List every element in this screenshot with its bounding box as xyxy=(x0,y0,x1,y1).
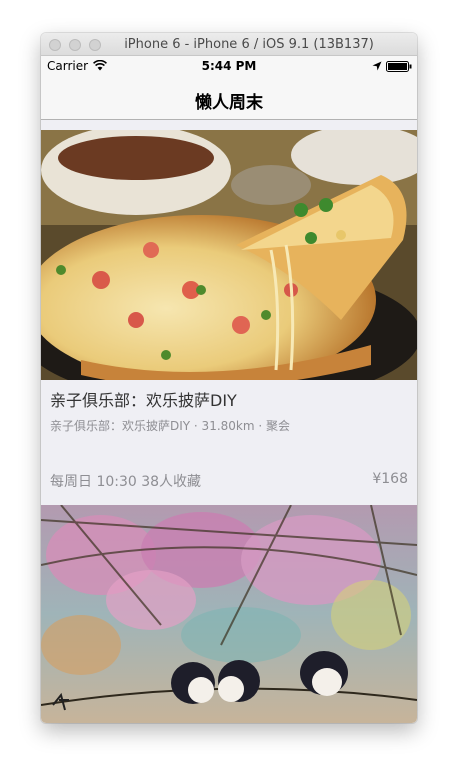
simulator-window: iPhone 6 - iPhone 6 / iOS 9.1 (13B137) C… xyxy=(41,33,417,723)
page-title: 懒人周末 xyxy=(195,93,263,113)
status-bar: Carrier 5:44 PM xyxy=(41,56,417,76)
event-price: ¥168 xyxy=(372,471,408,487)
status-time: 5:44 PM xyxy=(201,59,257,73)
event-time-favorites: 每周日 10:30 38人收藏 xyxy=(50,474,202,490)
pizza-photo xyxy=(41,130,417,380)
window-titlebar: iPhone 6 - iPhone 6 / iOS 9.1 (13B137) xyxy=(41,33,417,56)
navigation-bar: 懒人周末 xyxy=(41,76,417,120)
battery-icon xyxy=(386,61,412,72)
phone-screen: Carrier 5:44 PM 懒人周末 亲子俱乐部：欢乐披萨DIY 亲子俱乐部… xyxy=(41,56,417,723)
painting-birds-wisteria-photo xyxy=(41,505,417,723)
event-title: 亲子俱乐部：欢乐披萨DIY xyxy=(50,391,237,410)
event-card[interactable]: 亲子俱乐部：欢乐披萨DIY 亲子俱乐部：欢乐披萨DIY · 31.80km · … xyxy=(41,130,417,505)
location-arrow-icon xyxy=(372,61,382,71)
event-card[interactable] xyxy=(41,505,417,723)
window-title: iPhone 6 - iPhone 6 / iOS 9.1 (13B137) xyxy=(124,37,374,52)
event-subtitle: 亲子俱乐部：欢乐披萨DIY · 31.80km · 聚会 xyxy=(50,419,290,433)
